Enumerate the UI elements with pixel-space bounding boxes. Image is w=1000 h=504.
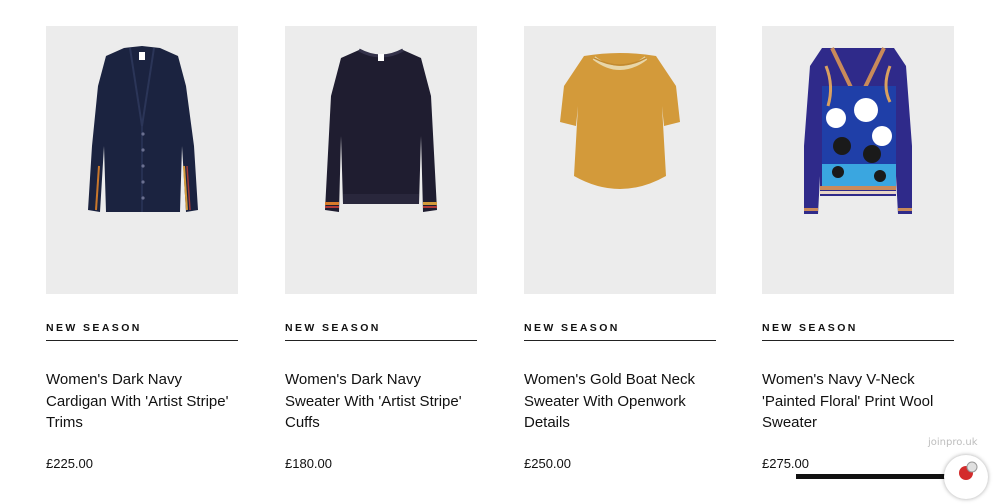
product-title-link[interactable]: Women's Dark Navy Cardigan With 'Artist …	[46, 369, 238, 434]
widget-icon	[959, 461, 978, 480]
product-card[interactable]: NEW SEASON Women's Dark Navy Cardigan Wi…	[46, 26, 238, 471]
new-season-badge: NEW SEASON	[762, 322, 954, 341]
floral-sweater-image	[804, 47, 912, 214]
product-image-sweater[interactable]	[285, 26, 477, 294]
cardigan-image	[88, 46, 198, 212]
product-card[interactable]: NEW SEASON Women's Gold Boat Neck Sweate…	[524, 26, 716, 471]
product-image-cardigan[interactable]	[46, 26, 238, 294]
product-image-boat-neck[interactable]	[524, 26, 716, 294]
product-image-floral-sweater[interactable]	[762, 26, 954, 294]
boat-neck-image	[560, 53, 680, 189]
product-price: £250.00	[524, 456, 571, 471]
product-title-link[interactable]: Women's Gold Boat Neck Sweater With Open…	[524, 369, 716, 434]
product-title-link[interactable]: Women's Navy V-Neck 'Painted Floral' Pri…	[762, 369, 954, 434]
bottom-bar	[796, 474, 946, 479]
watermark-text: joinpro.uk	[928, 437, 978, 448]
product-price: £180.00	[285, 456, 332, 471]
product-price: £225.00	[46, 456, 93, 471]
product-price: £275.00	[762, 456, 809, 471]
product-card[interactable]: NEW SEASON Women's Dark Navy Sweater Wit…	[285, 26, 477, 471]
product-title-link[interactable]: Women's Dark Navy Sweater With 'Artist S…	[285, 369, 477, 434]
new-season-badge: NEW SEASON	[285, 322, 477, 341]
sweater-image	[325, 48, 437, 212]
floating-widget-button[interactable]	[944, 455, 988, 499]
new-season-badge: NEW SEASON	[46, 322, 238, 341]
product-card[interactable]: NEW SEASON Women's Navy V-Neck 'Painted …	[762, 26, 954, 471]
new-season-badge: NEW SEASON	[524, 322, 716, 341]
